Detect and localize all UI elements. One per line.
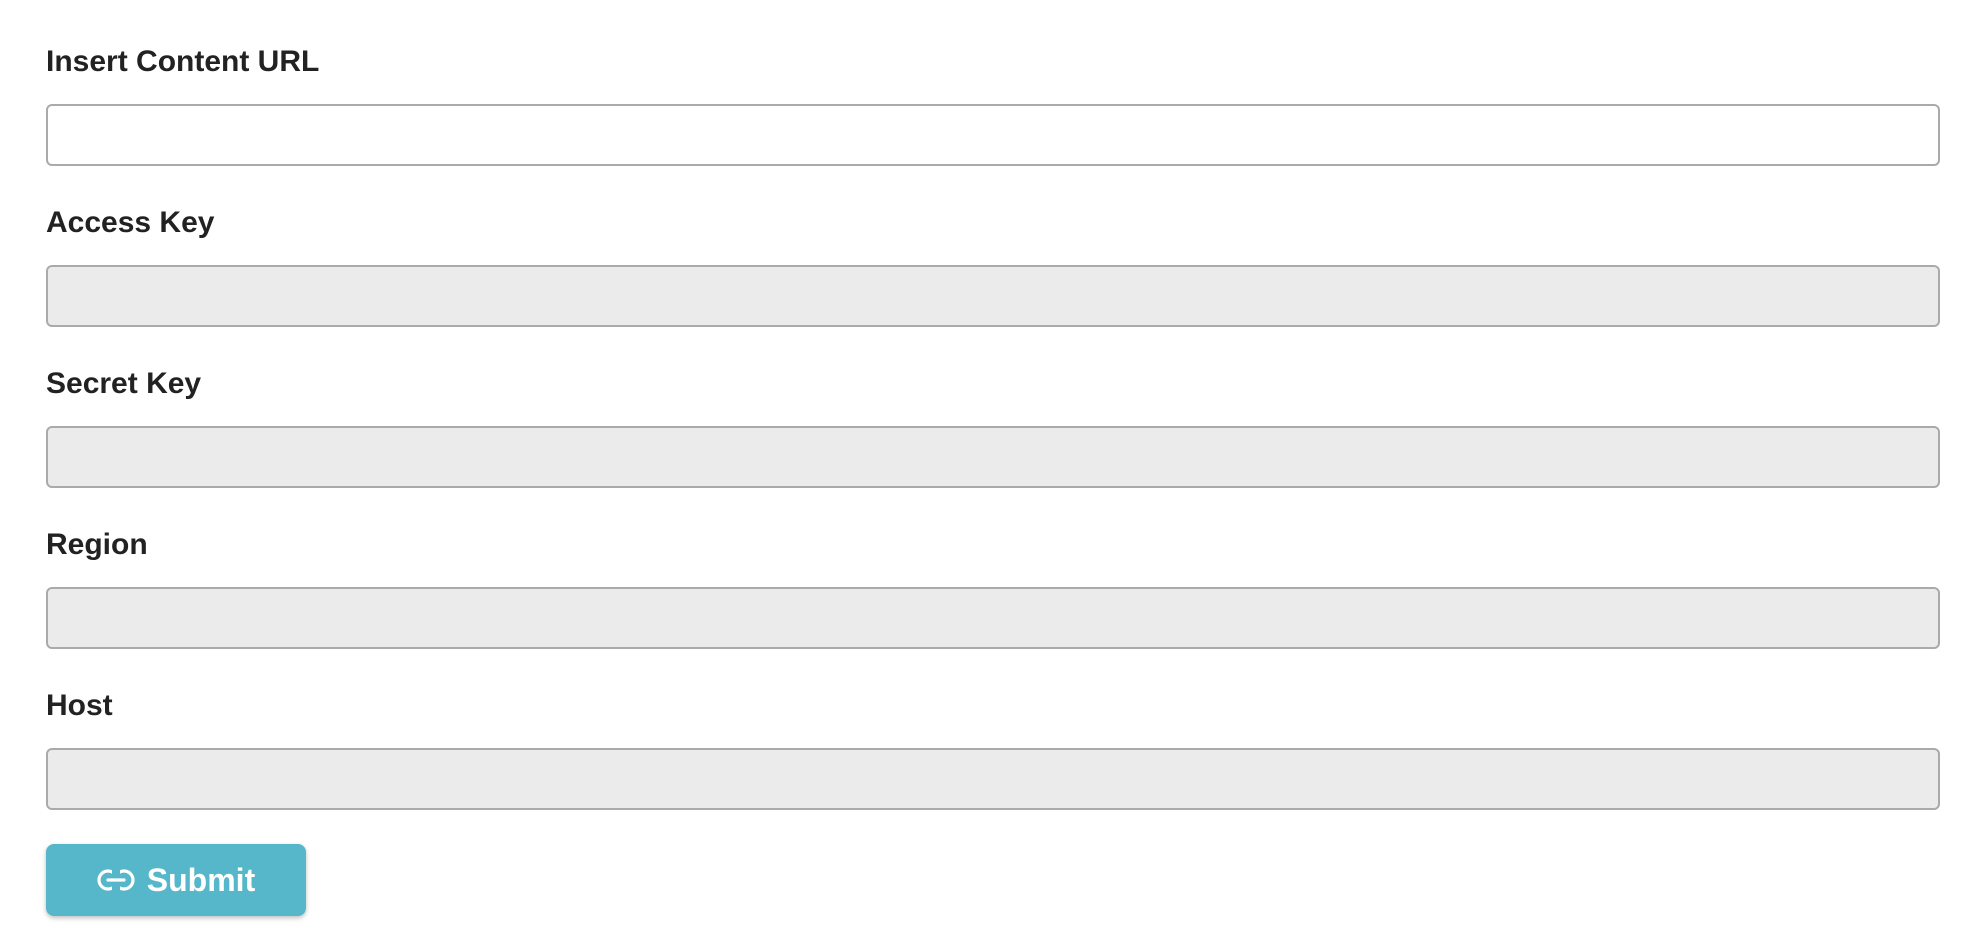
content-url-input[interactable] [46,104,1940,166]
secret-key-label: Secret Key [46,367,202,400]
access-key-input[interactable] [46,265,1940,327]
link-icon [97,868,135,892]
secret-key-input[interactable] [46,426,1940,488]
submit-label: Submit [146,861,256,898]
content-url-label: Insert Content URL [46,45,320,78]
submit-button[interactable]: Submit [46,844,306,916]
access-key-label: Access Key [46,206,215,239]
content-url-form: Insert Content URL Access Key Secret Key… [0,0,1984,946]
region-input[interactable] [46,587,1940,649]
region-label: Region [46,528,148,561]
host-label: Host [46,689,113,722]
host-input[interactable] [46,748,1940,810]
